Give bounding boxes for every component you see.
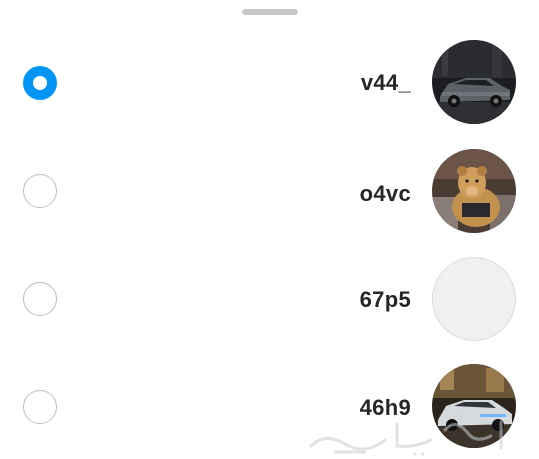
- account-switcher-sheet: v44_ o4vc 67p5 46h9: [0, 0, 539, 459]
- account-row-o4vc[interactable]: o4vc: [0, 137, 539, 245]
- avatar-placeholder-icon: [432, 257, 516, 341]
- sheet-grab-handle[interactable]: [242, 9, 298, 15]
- avatar-car-icon: [432, 40, 516, 124]
- radio-unselected-icon[interactable]: [23, 282, 57, 316]
- watermark-graphic: [305, 410, 530, 456]
- radio-unselected-icon[interactable]: [23, 390, 57, 424]
- radio-selected-icon[interactable]: [23, 66, 57, 100]
- avatar-lion-icon: [432, 149, 516, 233]
- account-row-v44[interactable]: v44_: [0, 29, 539, 137]
- radio-unselected-icon[interactable]: [23, 174, 57, 208]
- account-username: o4vc: [359, 181, 411, 206]
- account-username: 67p5: [359, 287, 411, 312]
- account-username: v44_: [360, 70, 411, 95]
- account-row-67p5[interactable]: 67p5: [0, 245, 539, 353]
